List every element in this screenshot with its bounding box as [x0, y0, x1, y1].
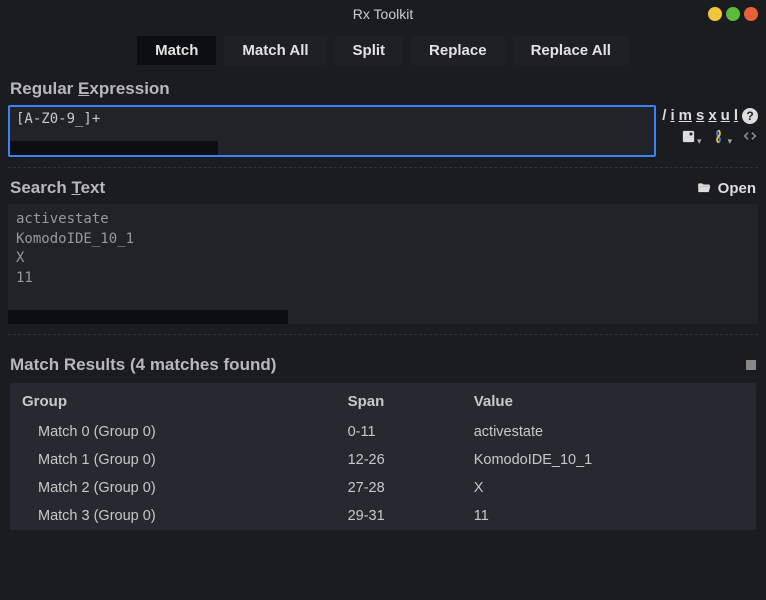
tab-replace-all[interactable]: Replace All: [513, 36, 629, 65]
flag-u[interactable]: u: [721, 107, 730, 124]
cell-span: 29-31: [336, 502, 462, 530]
search-text-input[interactable]: activestate KomodoIDE_10_1 X 11: [8, 204, 758, 324]
mode-tabbar: Match Match All Split Replace Replace Al…: [0, 28, 766, 75]
regex-label-pre: Regular: [10, 79, 78, 98]
results-table: Group Span Value Match 0 (Group 0)0-11ac…: [10, 383, 756, 530]
table-header-row: Group Span Value: [10, 383, 756, 418]
code-icon[interactable]: [742, 128, 758, 147]
regex-value: [A-Z0-9_]+: [16, 111, 100, 127]
cell-value: X: [462, 474, 756, 502]
window-buttons: [708, 7, 758, 21]
folder-open-icon: [696, 181, 712, 195]
search-section-label: Search Text Open: [0, 174, 766, 204]
stop-icon[interactable]: [746, 360, 756, 370]
window-title: Rx Toolkit: [353, 6, 413, 22]
search-label-pre: Search: [10, 178, 71, 197]
close-icon[interactable]: [744, 7, 758, 21]
regex-row: [A-Z0-9_]+ / i m s x u l ? ▾ ▾: [0, 105, 766, 157]
flag-m[interactable]: m: [679, 107, 692, 124]
search-scrollbar[interactable]: [8, 310, 288, 324]
results-label-post: esults (4 matches found): [76, 355, 276, 374]
minimize-icon[interactable]: [708, 7, 722, 21]
search-label-post: ext: [81, 178, 106, 197]
regex-flags: / i m s x u l ? ▾ ▾: [662, 105, 758, 147]
cell-group: Match 1 (Group 0): [10, 446, 336, 474]
cell-value: activestate: [462, 418, 756, 446]
cell-span: 27-28: [336, 474, 462, 502]
help-icon[interactable]: ?: [742, 108, 758, 124]
tab-match[interactable]: Match: [137, 36, 216, 65]
regex-scrollbar[interactable]: [10, 141, 218, 155]
flag-s[interactable]: s: [696, 107, 704, 124]
tab-replace[interactable]: Replace: [411, 36, 505, 65]
language-icon[interactable]: ▾: [711, 129, 732, 147]
title-bar: Rx Toolkit: [0, 0, 766, 28]
search-line: activestate: [16, 210, 750, 230]
cell-value: KomodoIDE_10_1: [462, 446, 756, 474]
regex-label-u: E: [78, 79, 89, 98]
col-group[interactable]: Group: [10, 383, 336, 418]
section-divider: [8, 334, 758, 335]
cell-span: 12-26: [336, 446, 462, 474]
flag-l[interactable]: l: [734, 107, 738, 124]
table-row[interactable]: Match 2 (Group 0)27-28X: [10, 474, 756, 502]
section-divider: [8, 167, 758, 168]
results-label-u: R: [64, 355, 76, 374]
table-row[interactable]: Match 1 (Group 0)12-26KomodoIDE_10_1: [10, 446, 756, 474]
flag-x[interactable]: x: [708, 107, 716, 124]
flag-i[interactable]: i: [670, 107, 674, 124]
cell-group: Match 2 (Group 0): [10, 474, 336, 502]
search-line: X: [16, 249, 750, 269]
cell-group: Match 3 (Group 0): [10, 502, 336, 530]
cell-group: Match 0 (Group 0): [10, 418, 336, 446]
regex-input[interactable]: [A-Z0-9_]+: [8, 105, 656, 157]
regex-label-post: xpression: [89, 79, 169, 98]
maximize-icon[interactable]: [726, 7, 740, 21]
open-label: Open: [718, 180, 756, 197]
col-value[interactable]: Value: [462, 383, 756, 418]
cell-value: 11: [462, 502, 756, 530]
regex-delimiter: /: [662, 107, 666, 124]
open-button[interactable]: Open: [696, 180, 756, 197]
results-section-label: Match Results (4 matches found): [0, 341, 766, 383]
tab-match-all[interactable]: Match All: [224, 36, 326, 65]
table-row[interactable]: Match 3 (Group 0)29-3111: [10, 502, 756, 530]
search-line: KomodoIDE_10_1: [16, 230, 750, 250]
col-span[interactable]: Span: [336, 383, 462, 418]
export-icon[interactable]: ▾: [681, 129, 702, 147]
regex-section-label: Regular Expression: [0, 75, 766, 105]
cell-span: 0-11: [336, 418, 462, 446]
results-label-pre: Match: [10, 355, 64, 374]
tab-split[interactable]: Split: [335, 36, 404, 65]
table-row[interactable]: Match 0 (Group 0)0-11activestate: [10, 418, 756, 446]
search-label-u: T: [71, 178, 80, 197]
search-line: 11: [16, 269, 750, 289]
